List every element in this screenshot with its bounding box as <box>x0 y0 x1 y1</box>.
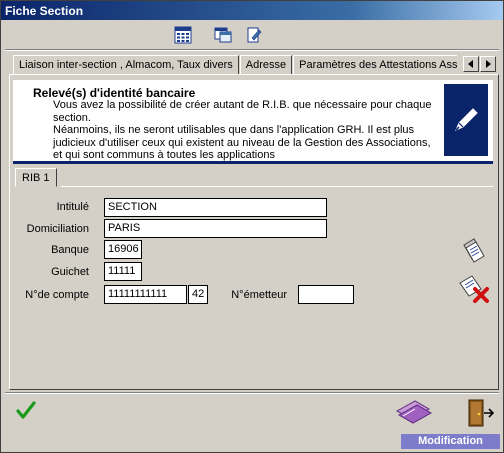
pencil-icon <box>444 84 488 156</box>
info-title: Relevé(s) d'identité bancaire <box>33 86 196 100</box>
exit-door-icon <box>468 399 495 427</box>
arrow-left-icon <box>468 60 473 68</box>
banque-field[interactable]: 16906 <box>104 240 142 259</box>
window-title: Fiche Section <box>1 1 503 20</box>
compte-field[interactable]: 11111111111 <box>104 285 187 304</box>
info-line-1: Vous avez la possibilité de créer autant… <box>53 99 432 124</box>
tab-scroll-left-button[interactable] <box>463 56 479 72</box>
domiciliation-label: Domiciliation <box>26 223 89 235</box>
emetteur-field[interactable] <box>298 285 354 304</box>
window-icon[interactable] <box>212 24 234 46</box>
info-text: Vous avez la possibilité de créer autant… <box>53 99 438 162</box>
subtab-line <box>61 186 493 187</box>
tab-strip: Liaison inter-section , Almacom, Taux di… <box>13 55 457 74</box>
domiciliation-field[interactable]: PARIS <box>104 219 327 238</box>
mode-status: Modification <box>401 434 500 449</box>
cle-rib-field[interactable]: 42 <box>188 285 208 304</box>
delete-rib-button[interactable] <box>456 271 490 303</box>
new-rib-button[interactable] <box>456 234 490 266</box>
intitule-field[interactable]: SECTION <box>104 198 327 217</box>
tab-scroll-right-button[interactable] <box>480 56 496 72</box>
edit-note-icon[interactable] <box>243 24 265 46</box>
exit-button[interactable] <box>463 396 497 430</box>
tab-rib-1[interactable]: RIB 1 <box>15 168 57 187</box>
info-line-2: Néanmoins, ils ne seront utilisables que… <box>53 124 431 161</box>
intitule-label: Intitulé <box>56 201 89 213</box>
tab-liaison[interactable]: Liaison inter-section , Almacom, Taux di… <box>13 55 239 74</box>
calculator-icon[interactable] <box>172 24 194 46</box>
cards-icon <box>395 400 433 424</box>
wallet-button[interactable] <box>391 396 435 428</box>
guichet-label: Guichet <box>51 266 89 278</box>
window: Fiche Section Liaison inter-section , Al… <box>0 0 504 453</box>
emetteur-label: N°émetteur <box>231 289 287 301</box>
toolbar <box>1 24 503 46</box>
delete-document-icon <box>459 275 489 303</box>
arrow-right-icon <box>486 60 491 68</box>
guichet-field[interactable]: 11111 <box>104 262 142 281</box>
documents-icon <box>463 238 485 263</box>
checkmark-icon <box>16 401 36 419</box>
tab-attestations[interactable]: Paramètres des Attestations Assedic <box>293 55 457 74</box>
banque-label: Banque <box>51 244 89 256</box>
compte-label: N°de compte <box>25 289 89 301</box>
validate-button[interactable] <box>13 398 39 422</box>
info-banner: Relevé(s) d'identité bancaire Vous avez … <box>13 80 493 164</box>
toolbar-separator <box>5 49 499 51</box>
tab-adresse[interactable]: Adresse <box>239 55 293 74</box>
footer-separator <box>5 392 499 394</box>
